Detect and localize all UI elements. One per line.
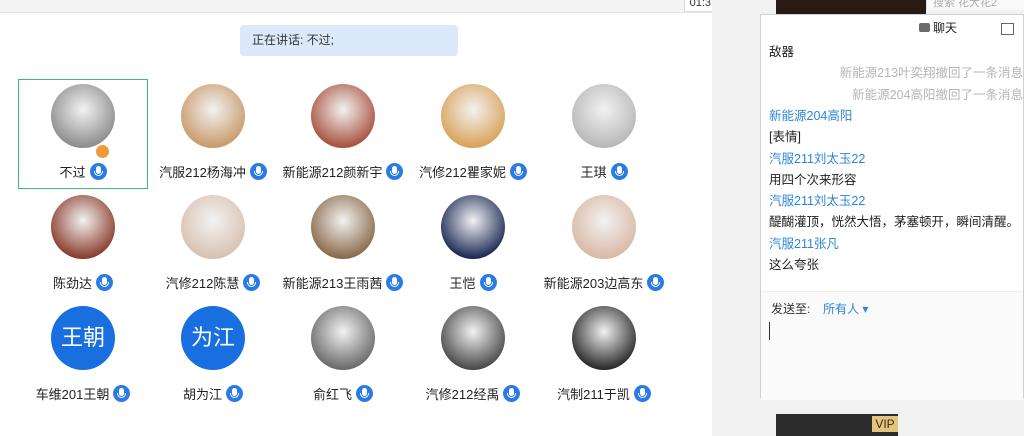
chat-header: 聊天 <box>761 15 1023 41</box>
microphone-icon[interactable] <box>226 385 243 402</box>
vip-badge: VIP <box>872 416 898 432</box>
participant-name: 王恺 <box>449 276 476 291</box>
participant-tile[interactable]: 王琪 <box>539 84 669 184</box>
participant-tile[interactable]: 新能源203边高东 <box>539 195 669 295</box>
chat-icon <box>919 23 930 32</box>
chat-message: 用四个次来形容 <box>769 172 857 187</box>
avatar <box>181 84 245 148</box>
system-message: 新能源204高阳撤回了一条消息 <box>852 87 1023 102</box>
search-input[interactable]: 搜索 花大花2 <box>926 0 1024 10</box>
avatar: 为江 <box>181 306 245 370</box>
avatar: 王朝 <box>51 306 115 370</box>
chat-messages: 敌器新能源213叶奕翔撤回了一条消息新能源204高阳撤回了一条消息新能源204高… <box>769 41 1024 291</box>
microphone-icon[interactable] <box>96 274 113 291</box>
avatar <box>572 195 636 259</box>
participant-name: 新能源213王雨茜 <box>282 276 383 291</box>
microphone-icon[interactable] <box>610 163 628 180</box>
chat-sender: 汽服211张凡 <box>769 236 839 251</box>
chat-panel: 聊天 敌器新能源213叶奕翔撤回了一条消息新能源204高阳撤回了一条消息新能源2… <box>760 14 1024 400</box>
participant-tile[interactable]: 汽制211于凯 <box>539 306 669 406</box>
send-to-label: 发送至: <box>771 302 811 316</box>
participant-name-row: 汽制211于凯 <box>519 384 689 403</box>
chat-message: 醍醐灌顶，恍然大悟，茅塞顿开，瞬间清醒。 <box>769 215 1020 230</box>
chat-sender: 汽服211刘太玉22 <box>769 194 866 209</box>
send-target-dropdown[interactable]: 所有人 ▾ <box>823 300 868 317</box>
video-thumbnail <box>776 0 926 14</box>
collapse-panel-icon[interactable] <box>1001 23 1014 35</box>
text-cursor <box>769 322 770 340</box>
microphone-icon[interactable] <box>503 385 521 402</box>
speaking-indicator: 正在讲话: 不过; <box>240 25 458 56</box>
participant-name: 陈劲达 <box>52 276 92 291</box>
avatar <box>572 306 636 370</box>
participant-name: 不过 <box>59 165 86 180</box>
participant-name: 汽修212瞿家妮 <box>419 165 506 180</box>
avatar <box>441 306 505 370</box>
system-message: 新能源213叶奕翔撤回了一条消息 <box>839 66 1023 81</box>
participant-name: 新能源212颜新宇 <box>282 165 383 180</box>
microphone-icon[interactable] <box>479 274 497 291</box>
chat-title: 聊天 <box>933 21 958 35</box>
participant-name: 汽修212经禹 <box>425 387 500 402</box>
microphone-icon[interactable] <box>647 274 665 291</box>
top-toolbar <box>0 0 760 13</box>
microphone-icon[interactable] <box>356 385 373 402</box>
avatar <box>572 84 636 148</box>
participant-name: 汽制211于凯 <box>557 387 630 402</box>
chat-message: 这么夸张 <box>769 258 820 272</box>
participant-name-row: 新能源203边高东 <box>519 273 689 292</box>
chat-sender: 汽服211刘太玉22 <box>769 151 866 166</box>
participant-name: 胡为江 <box>182 387 222 402</box>
avatar <box>441 195 505 259</box>
microphone-icon[interactable] <box>633 385 651 402</box>
participant-name-row: 王琪 <box>519 162 689 181</box>
avatar <box>311 195 375 259</box>
microphone-icon[interactable] <box>89 163 107 180</box>
participant-name: 车维201王朝 <box>35 387 110 402</box>
chat-sender: 新能源204高阳 <box>769 108 853 123</box>
participant-name: 王琪 <box>580 165 607 180</box>
participant-name: 俞红飞 <box>312 387 352 402</box>
host-badge-icon <box>95 144 110 159</box>
avatar <box>51 84 115 148</box>
chat-input-area[interactable]: 发送至: 所有人 ▾ <box>761 291 1023 400</box>
participant-name: 汽服212杨海冲 <box>159 165 246 180</box>
avatar <box>51 195 115 259</box>
avatar <box>441 84 505 148</box>
participant-name: 新能源203边高东 <box>543 276 644 291</box>
participant-name: 汽修212陈慧 <box>165 276 240 291</box>
avatar <box>311 306 375 370</box>
chat-message: [表情] <box>769 130 801 145</box>
avatar <box>311 84 375 148</box>
chat-message: 敌器 <box>769 45 795 59</box>
avatar <box>181 195 245 259</box>
